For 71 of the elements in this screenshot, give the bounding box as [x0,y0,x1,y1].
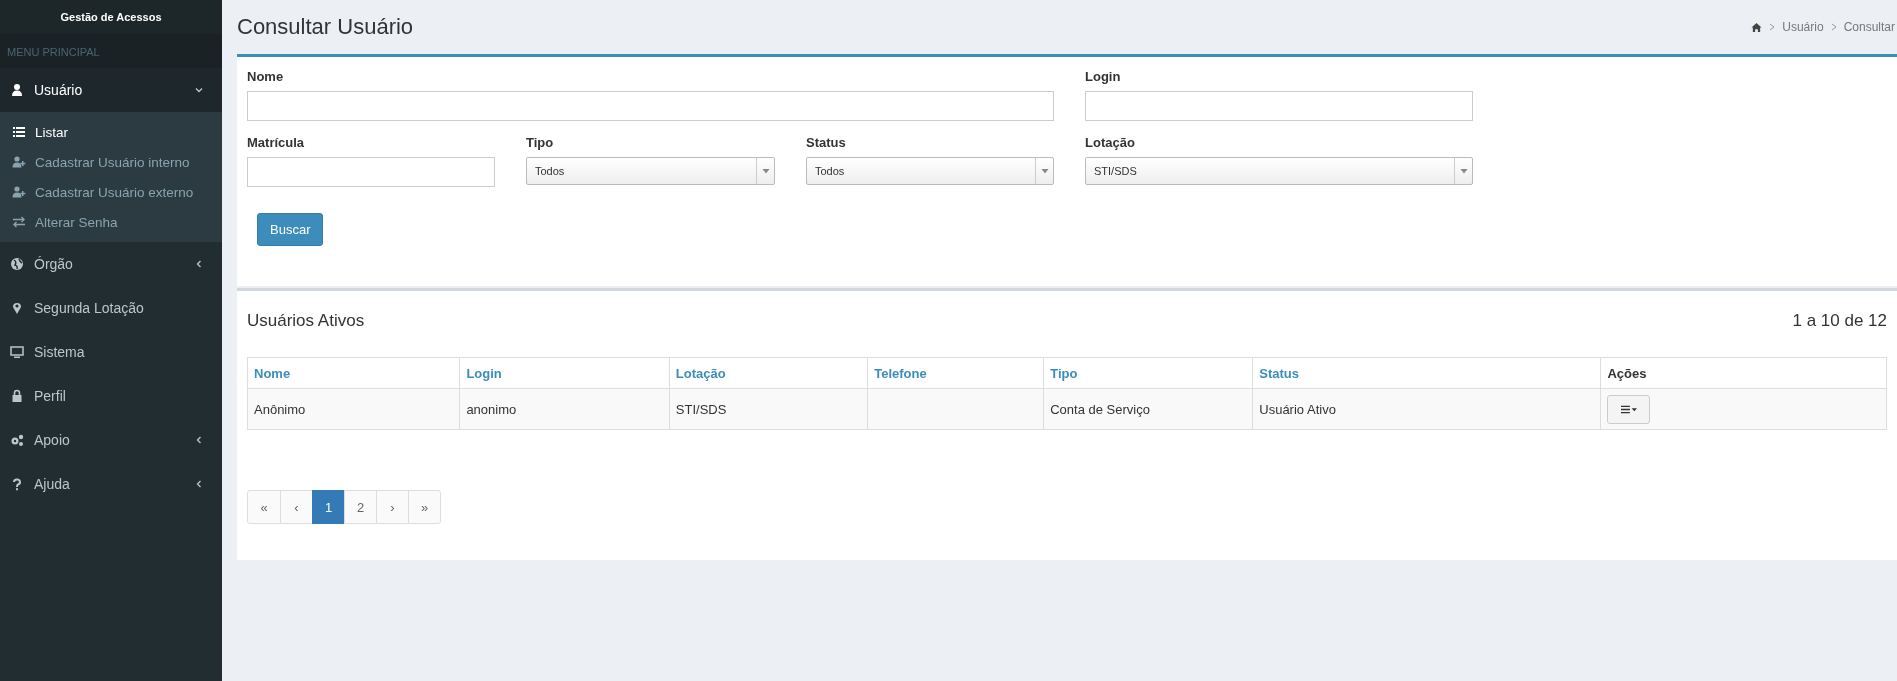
field-label: Tipo [526,135,555,150]
breadcrumb-link[interactable]: Usuário [1782,20,1824,34]
search-button[interactable]: Buscar [257,213,324,246]
page-title: Consultar Usuário [237,14,415,40]
select-field[interactable]: Todos [526,157,775,185]
submenu-item[interactable]: Cadastrar Usuário externo [0,177,222,207]
sortable-column-header[interactable]: Telefone [867,357,1044,389]
user-plus-icon [12,185,26,199]
pagination-button[interactable]: « [247,490,281,524]
breadcrumb-separator-icon [1769,23,1776,31]
help-icon [10,477,24,491]
pagination-button[interactable]: » [408,490,441,524]
menu-item[interactable]: Apoio [0,418,222,462]
actions-menu-button[interactable] [1607,394,1651,424]
sortable-column-header[interactable]: Lotação [669,357,868,389]
field-label: Status [806,135,847,150]
submenu-item[interactable]: Listar [0,117,222,147]
results-title: Usuários Ativos [247,311,365,331]
text-input-field[interactable] [247,91,1054,121]
sortable-column-header[interactable]: Status [1252,357,1601,389]
globe-icon [10,257,24,271]
menu-section-label: MENU PRINCIPAL [0,34,222,68]
field-label: Login [1085,69,1122,84]
chevron-left-icon [194,435,204,445]
user-plus-icon [12,155,26,169]
pagination-button[interactable]: ‹ [280,490,313,524]
home-icon[interactable] [1751,21,1763,33]
breadcrumb-separator-icon [1830,23,1837,31]
dropdown-arrow-icon [761,168,770,174]
select-field[interactable]: STI/SDS [1085,157,1473,185]
chevron-down-icon [194,85,204,95]
app-title: Gestão de Acessos [60,11,162,23]
sortable-column-header[interactable]: Login [459,357,670,389]
pin-icon [10,301,24,315]
submenu-item[interactable]: Alterar Senha [0,207,222,237]
select-field[interactable]: Todos [806,157,1054,185]
field-label: Matrícula [247,135,306,150]
chevron-left-icon [194,259,204,269]
dropdown-arrow-icon [1040,168,1049,174]
dropdown-arrow-icon [1459,168,1468,174]
text-input-field[interactable] [247,157,495,187]
table-cell: STI/SDS [669,388,868,430]
menu-item[interactable]: Segunda Lotação [0,286,222,330]
menu-item[interactable]: Sistema [0,330,222,374]
result-count: 1 a 10 de 12 [1792,311,1887,331]
table-cell: Anônimo [247,388,460,430]
field-label: Nome [247,69,285,84]
table-cell: anonimo [459,388,670,430]
field-label: Lotação [1085,135,1136,150]
column-header: Ações [1600,357,1887,389]
menu-item[interactable]: Usuário [0,68,222,112]
text-input-field[interactable] [1085,91,1473,121]
menu-item[interactable]: Ajuda [0,462,222,506]
lock-icon [10,389,24,403]
list-icon [12,125,26,139]
user-icon [10,83,24,97]
pagination-button[interactable]: 2 [344,490,377,524]
monitor-icon [10,345,24,359]
breadcrumb-link[interactable]: Consultar [1843,20,1895,34]
menu-item[interactable]: Órgão [0,242,222,286]
menu-item[interactable]: Perfil [0,374,222,418]
sortable-column-header[interactable]: Tipo [1043,357,1253,389]
menu-caret-icon [1620,404,1637,414]
chevron-left-icon [194,479,204,489]
swap-arrows-icon [12,215,26,229]
pagination-button[interactable]: › [376,490,409,524]
table-cell: Conta de Serviço [1043,388,1253,430]
sortable-column-header[interactable]: Nome [247,357,460,389]
submenu-item[interactable]: Cadastrar Usuário interno [0,147,222,177]
table-cell: Usuário Ativo [1252,388,1601,430]
pagination-button[interactable]: 1 [312,490,345,524]
